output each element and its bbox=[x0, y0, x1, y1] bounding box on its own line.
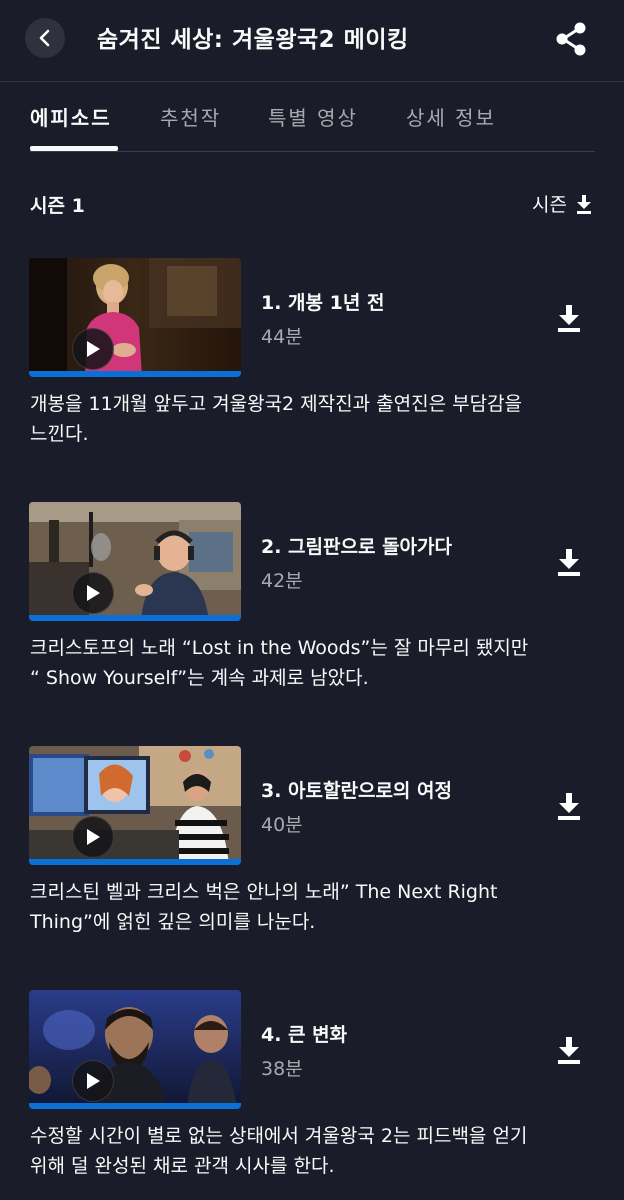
episode-duration: 42분 bbox=[261, 570, 303, 592]
back-button[interactable] bbox=[25, 18, 65, 58]
play-icon bbox=[87, 341, 100, 357]
download-icon bbox=[558, 549, 580, 576]
episode-thumbnail[interactable] bbox=[29, 746, 241, 865]
share-icon bbox=[556, 22, 586, 56]
description-line: 수정할 시간이 별로 없는 상태에서 겨울왕국 2는 피드백을 얻기 bbox=[30, 1125, 528, 1147]
episode-download-button[interactable] bbox=[549, 1030, 589, 1070]
episode-thumbnail[interactable] bbox=[29, 502, 241, 621]
description-line: 위해 덜 완성된 채로 관객 시사를 한다. bbox=[30, 1155, 335, 1177]
tab-bar: 에피소드 추천작 특별 영상 상세 정보 bbox=[30, 82, 595, 152]
episode-description: 개봉을 11개월 앞두고 겨울왕국2 제작진과 출연진은 부담감을 느낀다. bbox=[30, 389, 600, 449]
play-button[interactable] bbox=[72, 328, 114, 370]
tab-extras[interactable]: 특별 영상 bbox=[268, 102, 358, 131]
download-icon bbox=[558, 1037, 580, 1064]
season-download-label: 시즌 bbox=[532, 194, 567, 216]
episode-duration: 38분 bbox=[261, 1058, 303, 1080]
description-line: Thing”에 얽힌 깊은 의미를 나눈다. bbox=[30, 911, 316, 933]
episode-duration: 44분 bbox=[261, 326, 303, 348]
season-download-button[interactable]: 시즌 bbox=[532, 190, 593, 217]
share-button[interactable] bbox=[551, 19, 591, 59]
thumbnail-image bbox=[29, 990, 241, 1109]
play-icon bbox=[87, 1073, 100, 1089]
progress-bar bbox=[29, 371, 241, 377]
description-line: 크리스토프의 노래 “Lost in the Woods”는 잘 마무리 됐지만 bbox=[30, 637, 529, 659]
episode-thumbnail[interactable] bbox=[29, 258, 241, 377]
episode-thumbnail[interactable] bbox=[29, 990, 241, 1109]
description-line: 개봉을 11개월 앞두고 겨울왕국2 제작진과 출연진은 부담감을 bbox=[30, 393, 523, 415]
progress-bar bbox=[29, 615, 241, 621]
episode-download-button[interactable] bbox=[549, 786, 589, 826]
episode-download-button[interactable] bbox=[549, 542, 589, 582]
play-icon bbox=[87, 585, 100, 601]
play-button[interactable] bbox=[72, 572, 114, 614]
episode-title[interactable]: 1. 개봉 1년 전 bbox=[261, 288, 384, 315]
page-title: 숨겨진 세상: 겨울왕국2 메이킹 bbox=[97, 27, 409, 53]
play-button[interactable] bbox=[72, 1060, 114, 1102]
thumbnail-image bbox=[29, 258, 241, 377]
episode-title[interactable]: 4. 큰 변화 bbox=[261, 1020, 347, 1047]
download-icon bbox=[558, 305, 580, 332]
episode-description: 크리스틴 벨과 크리스 벅은 안나의 노래” The Next Right Th… bbox=[30, 877, 600, 937]
episode-description: 크리스토프의 노래 “Lost in the Woods”는 잘 마무리 됐지만… bbox=[30, 633, 600, 693]
tab-recommendations[interactable]: 추천작 bbox=[160, 102, 221, 131]
thumbnail-image bbox=[29, 746, 241, 865]
episode-description: 수정할 시간이 별로 없는 상태에서 겨울왕국 2는 피드백을 얻기 위해 덜 … bbox=[30, 1121, 600, 1181]
download-icon bbox=[577, 194, 591, 214]
description-line: “ Show Yourself”는 계속 과제로 남았다. bbox=[30, 667, 369, 689]
progress-bar bbox=[29, 1103, 241, 1109]
download-icon bbox=[558, 793, 580, 820]
active-tab-indicator bbox=[30, 146, 118, 151]
progress-bar bbox=[29, 859, 241, 865]
play-icon bbox=[87, 829, 100, 845]
thumbnail-image bbox=[29, 502, 241, 621]
episode-title[interactable]: 2. 그림판으로 돌아가다 bbox=[261, 532, 452, 559]
top-bar: 숨겨진 세상: 겨울왕국2 메이킹 bbox=[0, 0, 624, 82]
description-line: 느낀다. bbox=[30, 423, 89, 445]
season-label: 시즌 1 bbox=[30, 195, 85, 217]
chevron-left-icon bbox=[39, 29, 50, 47]
episode-duration: 40분 bbox=[261, 814, 303, 836]
app-screen: 숨겨진 세상: 겨울왕국2 메이킹 에피소드 추천작 특별 영상 상세 정보 시… bbox=[0, 0, 624, 1200]
tab-episodes[interactable]: 에피소드 bbox=[30, 102, 112, 131]
tab-details[interactable]: 상세 정보 bbox=[406, 102, 496, 131]
episode-download-button[interactable] bbox=[549, 298, 589, 338]
episode-title[interactable]: 3. 아토할란으로의 여정 bbox=[261, 776, 452, 803]
play-button[interactable] bbox=[72, 816, 114, 858]
description-line: 크리스틴 벨과 크리스 벅은 안나의 노래” The Next Right bbox=[30, 881, 498, 903]
